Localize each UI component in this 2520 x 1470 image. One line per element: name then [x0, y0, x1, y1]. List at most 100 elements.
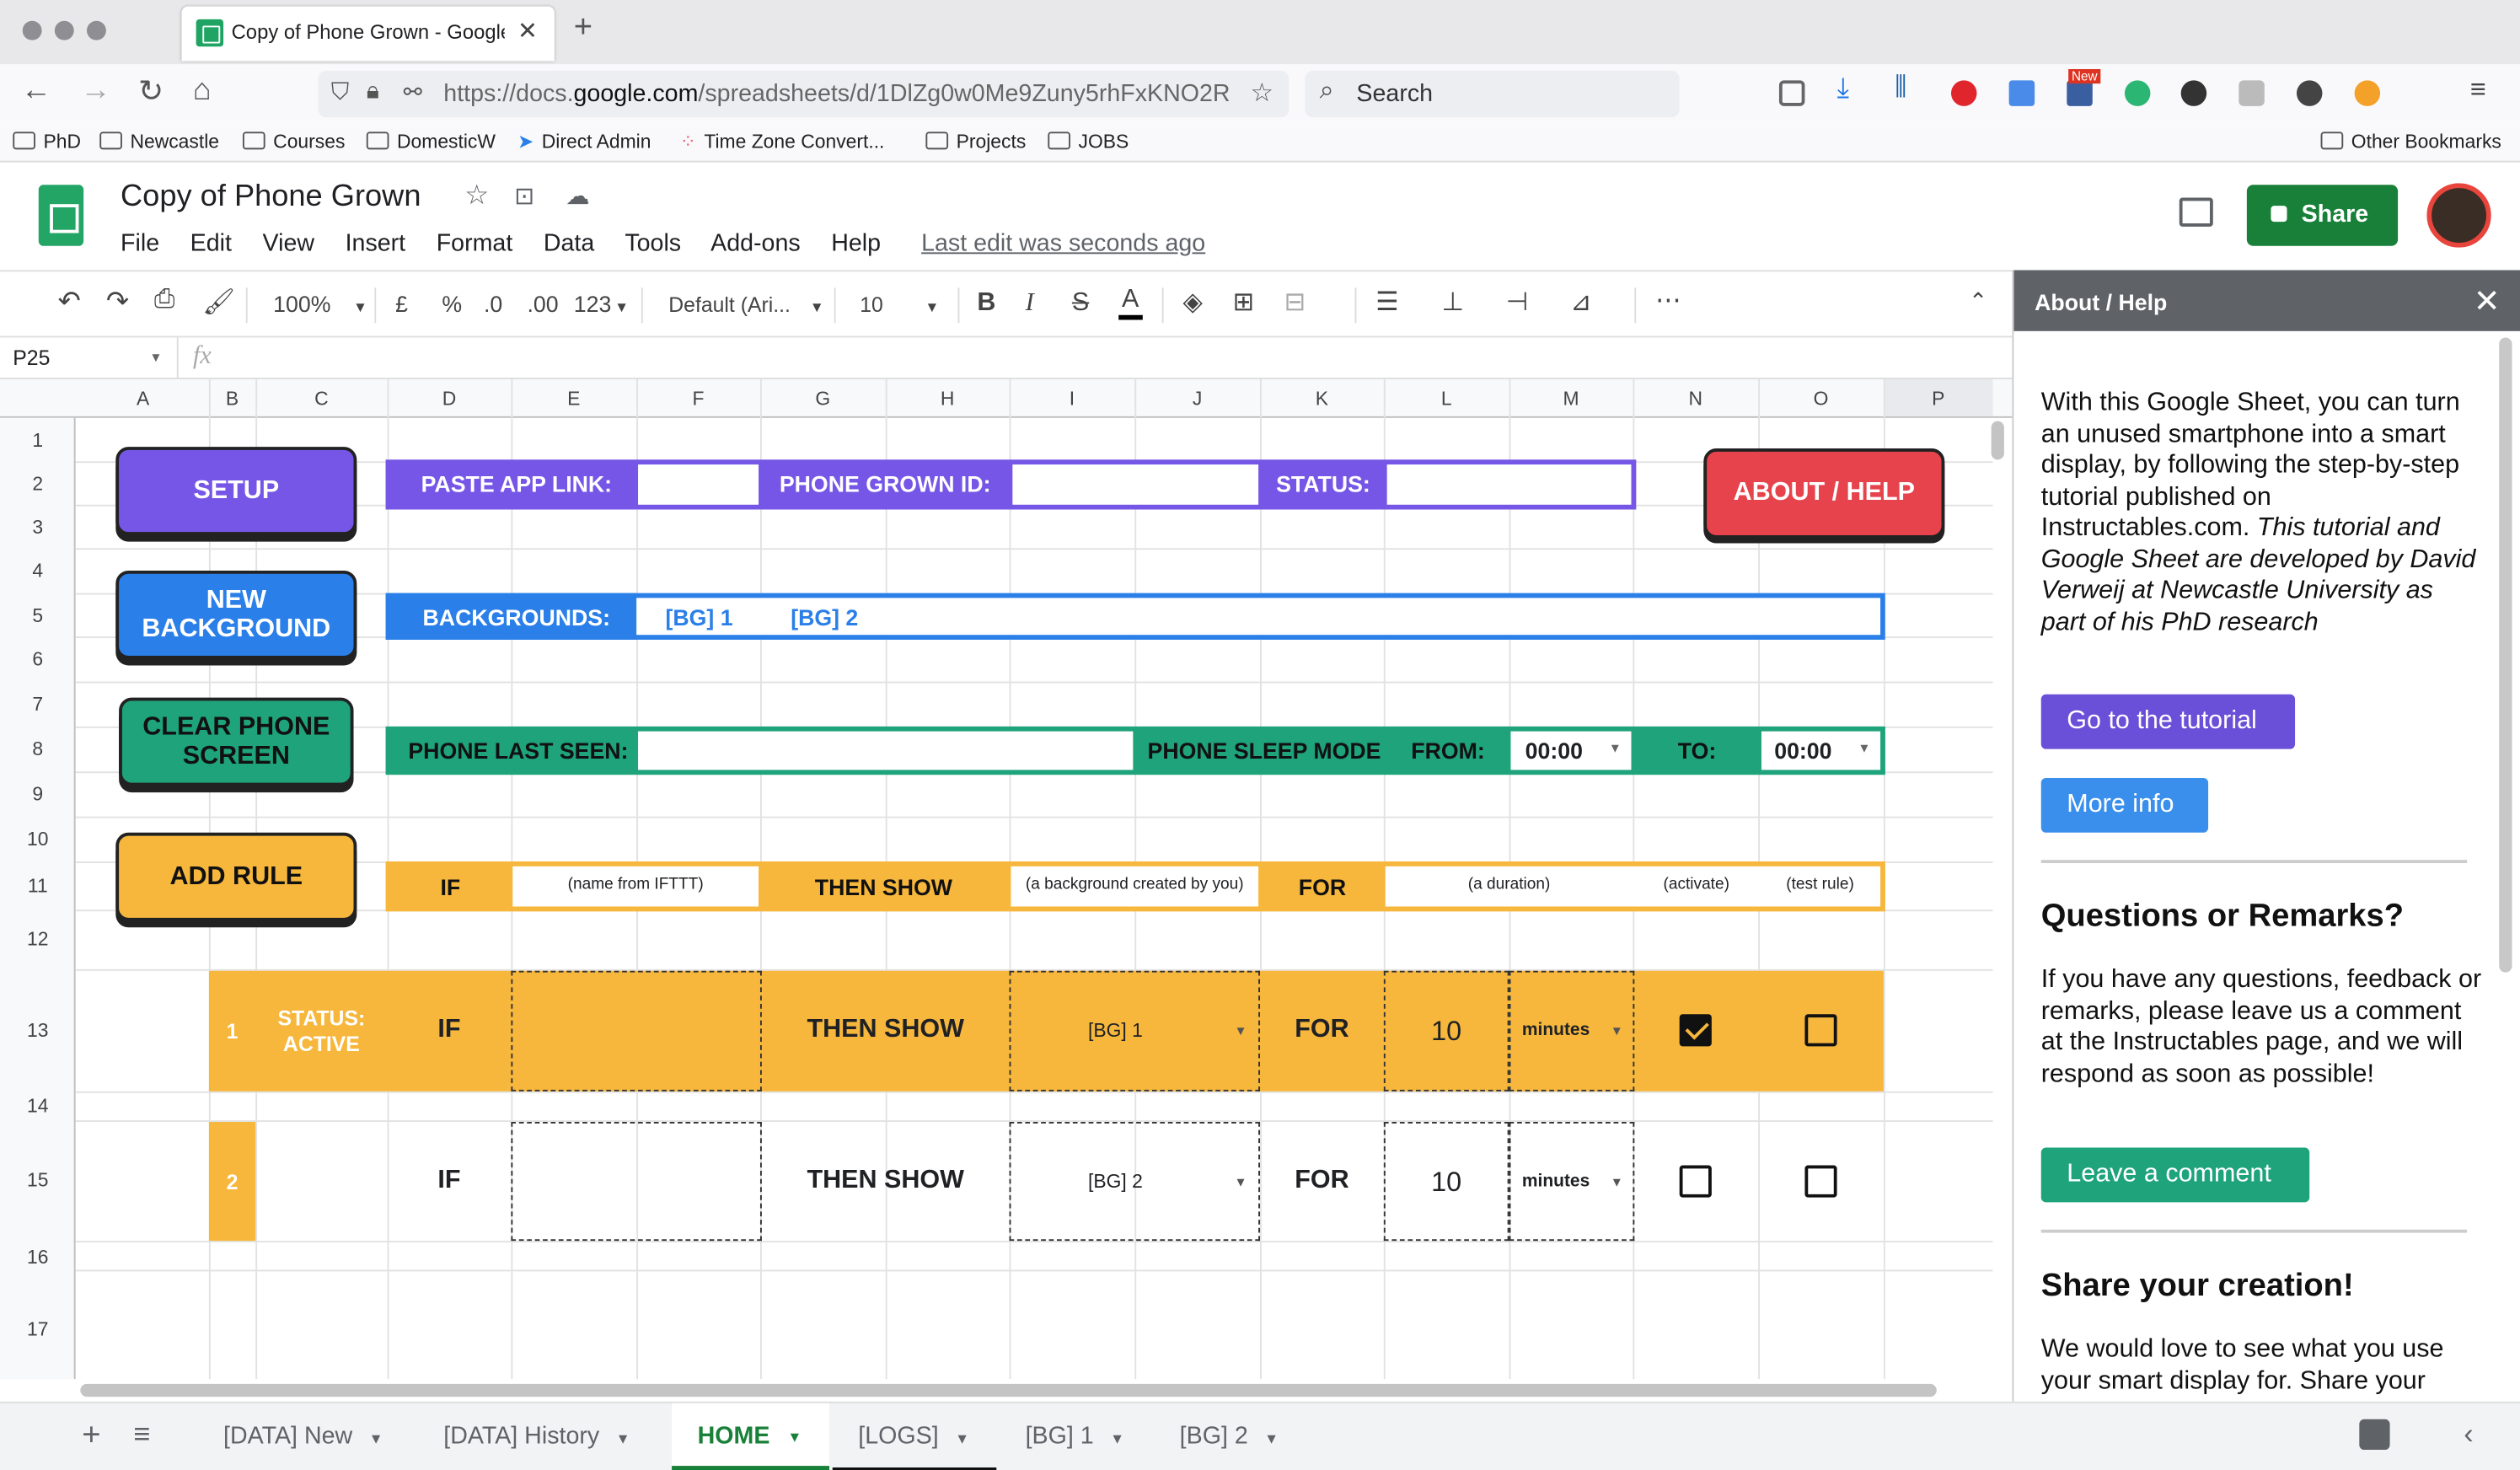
- row-header-2[interactable]: 2: [0, 473, 76, 496]
- row-header-15[interactable]: 15: [0, 1168, 76, 1191]
- bookmark-courses[interactable]: Courses: [242, 130, 345, 153]
- menu-data[interactable]: Data: [544, 230, 594, 257]
- row-header-7[interactable]: 7: [0, 693, 76, 716]
- library-icon[interactable]: ⫼: [1895, 74, 1906, 103]
- forward-icon[interactable]: →: [80, 74, 110, 110]
- merge-cells-icon[interactable]: ⊟: [1284, 286, 1306, 318]
- row-header-3[interactable]: 3: [0, 516, 76, 539]
- text-wrapping-icon[interactable]: ⊣: [1506, 286, 1529, 318]
- menu-icon[interactable]: ≡: [2470, 74, 2486, 106]
- column-header-b[interactable]: B: [209, 388, 255, 410]
- go-to-tutorial-button[interactable]: Go to the tutorial: [2040, 694, 2296, 749]
- column-header-i[interactable]: I: [1010, 388, 1135, 410]
- column-header-g[interactable]: G: [760, 388, 886, 410]
- column-header-l[interactable]: L: [1384, 388, 1509, 410]
- phone-grown-id-input[interactable]: [1012, 464, 1259, 505]
- menu-format[interactable]: Format: [437, 230, 513, 257]
- column-header-j[interactable]: J: [1134, 388, 1260, 410]
- menu-addons[interactable]: Add-ons: [710, 230, 801, 257]
- profile-d-icon[interactable]: [2180, 80, 2207, 106]
- font-size-select[interactable]: 10 ▼: [860, 292, 939, 317]
- add-sheet-icon[interactable]: +: [82, 1418, 100, 1455]
- rule-unit-select-2[interactable]: minutes ▼: [1509, 1122, 1635, 1242]
- column-header-k[interactable]: K: [1260, 388, 1384, 410]
- column-header-p[interactable]: P: [1883, 379, 1993, 416]
- formula-input[interactable]: [241, 341, 2009, 376]
- cloud-status-icon[interactable]: ☁︎: [566, 181, 590, 210]
- more-info-button[interactable]: More info: [2040, 777, 2209, 833]
- sheet-tab-data-history[interactable]: [DATA] History ▼: [443, 1423, 630, 1450]
- add-rule-button[interactable]: ADD RULE: [115, 832, 357, 921]
- row-header-14[interactable]: 14: [0, 1095, 76, 1118]
- increase-decimal-button[interactable]: .00: [527, 291, 558, 317]
- zoom-select[interactable]: 100% ▼: [273, 291, 367, 317]
- column-header-o[interactable]: O: [1758, 388, 1884, 410]
- lock-icon[interactable]: 🔒︎: [367, 78, 379, 105]
- bookmark-domesticw[interactable]: DomesticW: [366, 130, 496, 153]
- minimize-window-icon[interactable]: [54, 20, 74, 40]
- document-title[interactable]: Copy of Phone Grown: [121, 180, 421, 216]
- panel-scrollbar[interactable]: [2499, 337, 2512, 973]
- percent-format-button[interactable]: %: [442, 291, 462, 317]
- row-header-1[interactable]: 1: [0, 429, 76, 452]
- menu-tools[interactable]: Tools: [625, 230, 681, 257]
- home-icon[interactable]: ⌂: [193, 74, 212, 110]
- bookmark-star-icon[interactable]: ☆: [1251, 78, 1273, 110]
- sheet-tab-bg-1[interactable]: [BG] 1 ▼: [1026, 1423, 1125, 1450]
- row-header-10[interactable]: 10: [0, 828, 76, 850]
- currency-format-button[interactable]: £: [395, 291, 408, 317]
- all-sheets-icon[interactable]: ≡: [133, 1418, 150, 1451]
- news-extension-icon[interactable]: [2067, 80, 2093, 106]
- column-header-n[interactable]: N: [1633, 388, 1758, 410]
- column-header-m[interactable]: M: [1509, 388, 1633, 410]
- menu-file[interactable]: File: [121, 230, 159, 257]
- explore-icon[interactable]: [2359, 1419, 2390, 1451]
- shield-icon[interactable]: ⛉: [331, 78, 349, 105]
- sheets-logo-icon[interactable]: [38, 185, 84, 246]
- rule-background-select-1[interactable]: [BG] 1 ▼: [1009, 970, 1261, 1092]
- horizontal-align-icon[interactable]: ☰: [1375, 286, 1398, 318]
- menu-insert[interactable]: Insert: [346, 230, 406, 257]
- downloads-icon[interactable]: ⤓: [1837, 72, 1849, 105]
- setup-button[interactable]: SETUP: [115, 447, 357, 535]
- column-header-e[interactable]: E: [511, 388, 636, 410]
- column-header-f[interactable]: F: [636, 388, 760, 410]
- undo-icon[interactable]: ↶: [58, 286, 81, 318]
- comment-history-icon[interactable]: [2179, 197, 2213, 227]
- row-header-12[interactable]: 12: [0, 927, 76, 950]
- maximize-window-icon[interactable]: [86, 20, 106, 40]
- column-header-a[interactable]: A: [78, 388, 209, 410]
- rule-duration-input-1[interactable]: 10: [1383, 970, 1509, 1092]
- chrome-extension-icon[interactable]: [2354, 80, 2381, 106]
- star-icon[interactable]: ☆: [464, 180, 489, 212]
- background-link-1[interactable]: [BG] 1: [665, 604, 732, 630]
- avatar[interactable]: [2426, 183, 2491, 248]
- text-color-button[interactable]: A: [1118, 286, 1143, 320]
- vertical-scrollbar[interactable]: [1991, 421, 2004, 460]
- leave-comment-button[interactable]: Leave a comment: [2040, 1147, 2310, 1203]
- side-panel-toggle-icon[interactable]: ‹: [2464, 1418, 2473, 1451]
- bold-button[interactable]: B: [977, 289, 995, 318]
- background-link-2[interactable]: [BG] 2: [791, 604, 858, 630]
- chevron-down-icon[interactable]: ▼: [149, 351, 162, 365]
- menu-view[interactable]: View: [263, 230, 314, 257]
- bookmark-direct-admin[interactable]: ➤ Direct Admin: [517, 130, 651, 153]
- borders-icon[interactable]: ⊞: [1233, 286, 1255, 318]
- name-box[interactable]: P25: [13, 346, 50, 370]
- row-header-9[interactable]: 9: [0, 783, 76, 806]
- sheet-tab-home[interactable]: HOME ▼: [672, 1403, 829, 1470]
- rule-trigger-input-1[interactable]: [511, 970, 762, 1092]
- app-link-input[interactable]: [638, 464, 759, 505]
- status-input[interactable]: [1386, 464, 1632, 505]
- close-tab-icon[interactable]: ✕: [517, 16, 538, 45]
- more-options-icon[interactable]: ⋯: [1655, 285, 1681, 317]
- extension-r-icon[interactable]: [2239, 80, 2265, 106]
- grammarly-icon[interactable]: [2124, 80, 2151, 106]
- sleep-to-select[interactable]: 00:00 ▼: [1761, 731, 1881, 770]
- share-button[interactable]: Share: [2246, 185, 2399, 246]
- new-background-button[interactable]: NEW BACKGROUND: [115, 570, 357, 659]
- rule-test-checkbox-2[interactable]: [1804, 1165, 1837, 1198]
- bookmark-newcastle[interactable]: Newcastle: [99, 130, 219, 153]
- column-header-h[interactable]: H: [886, 388, 1010, 410]
- menu-edit[interactable]: Edit: [190, 230, 232, 257]
